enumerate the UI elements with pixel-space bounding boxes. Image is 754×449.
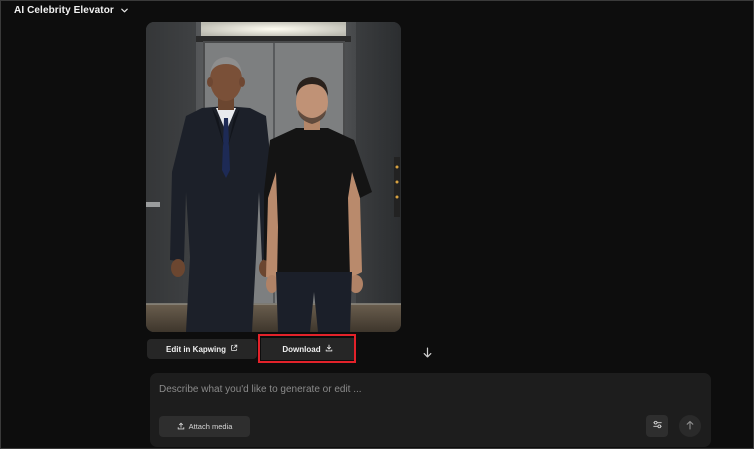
app-title-dropdown[interactable]: AI Celebrity Elevator — [14, 2, 129, 18]
app-title: AI Celebrity Elevator — [14, 4, 114, 16]
sliders-icon — [652, 417, 663, 435]
send-button[interactable] — [679, 415, 701, 437]
attach-media-button[interactable]: Attach media — [159, 416, 250, 437]
arrow-up-icon — [685, 417, 695, 435]
download-button[interactable]: Download — [261, 338, 354, 360]
edit-in-kapwing-button[interactable]: Edit in Kapwing — [147, 339, 257, 359]
external-link-icon — [230, 344, 238, 354]
prompt-input[interactable] — [159, 380, 629, 398]
chevron-down-icon — [120, 6, 129, 15]
edit-in-kapwing-label: Edit in Kapwing — [166, 344, 226, 354]
prompt-composer: Attach media — [150, 373, 711, 447]
generation-settings-button[interactable] — [646, 415, 668, 437]
download-label: Download — [282, 344, 321, 354]
generated-image[interactable] — [146, 22, 401, 332]
arrow-down-icon — [422, 345, 433, 363]
download-icon — [325, 344, 333, 354]
scroll-down-button[interactable] — [419, 346, 435, 362]
upload-icon — [177, 422, 185, 432]
attach-media-label: Attach media — [188, 422, 233, 431]
